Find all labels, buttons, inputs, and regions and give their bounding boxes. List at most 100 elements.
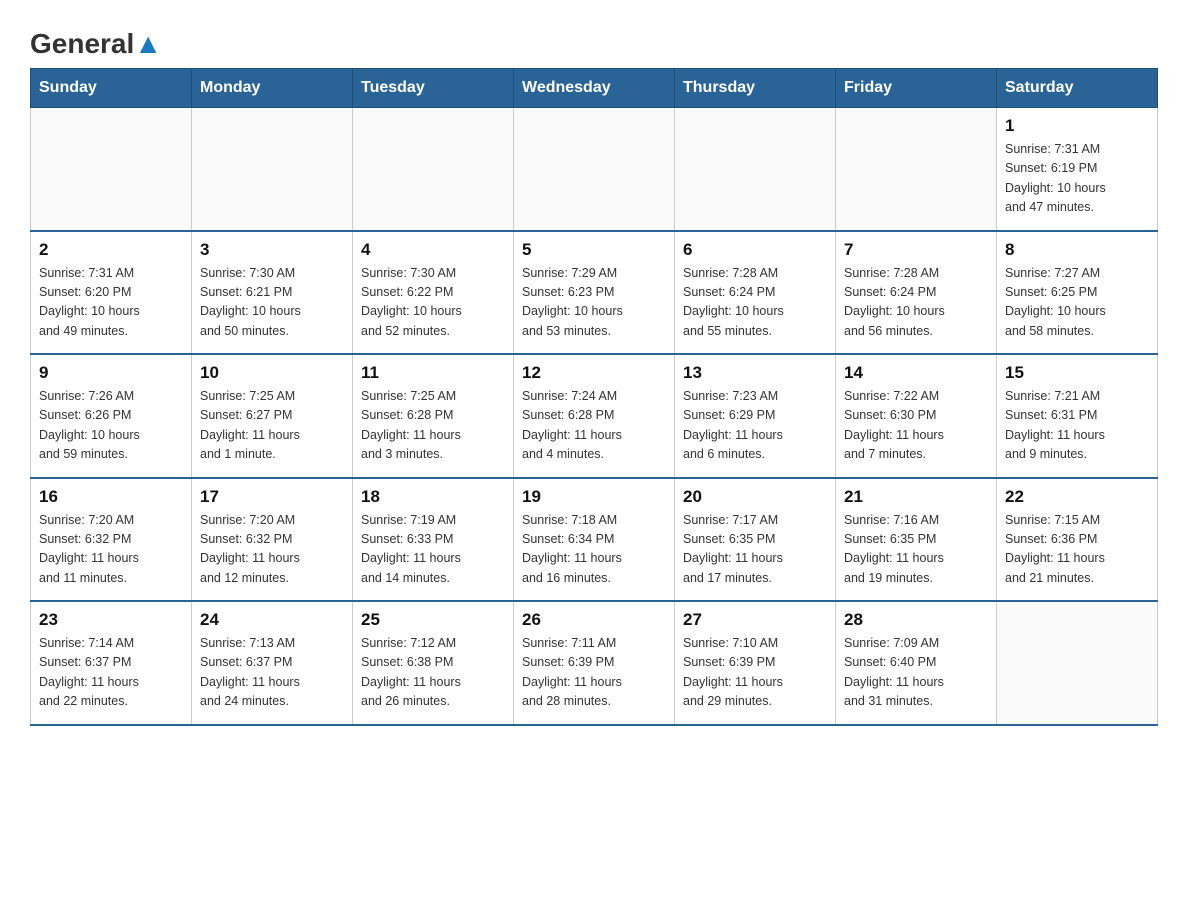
day-info: Sunrise: 7:30 AM Sunset: 6:22 PM Dayligh… [361,264,505,342]
calendar-cell: 11 Sunrise: 7:25 AM Sunset: 6:28 PM Dayli… [353,354,514,478]
day-info: Sunrise: 7:25 AM Sunset: 6:27 PM Dayligh… [200,387,344,465]
page-header: General▲ [30,20,1158,58]
weekday-header-tuesday: Tuesday [353,69,514,108]
day-info: Sunrise: 7:20 AM Sunset: 6:32 PM Dayligh… [39,511,183,589]
day-number: 19 [522,487,666,507]
calendar-cell: 12 Sunrise: 7:24 AM Sunset: 6:28 PM Dayli… [514,354,675,478]
day-info: Sunrise: 7:17 AM Sunset: 6:35 PM Dayligh… [683,511,827,589]
day-number: 12 [522,363,666,383]
day-info: Sunrise: 7:09 AM Sunset: 6:40 PM Dayligh… [844,634,988,712]
day-info: Sunrise: 7:31 AM Sunset: 6:20 PM Dayligh… [39,264,183,342]
calendar-table: SundayMondayTuesdayWednesdayThursdayFrid… [30,68,1158,726]
calendar-cell: 3 Sunrise: 7:30 AM Sunset: 6:21 PM Daylig… [192,231,353,355]
calendar-cell: 19Sunrise: 7:18 AM Sunset: 6:34 PM Dayli… [514,478,675,602]
day-info: Sunrise: 7:20 AM Sunset: 6:32 PM Dayligh… [200,511,344,589]
day-number: 7 [844,240,988,260]
calendar-cell: 15 Sunrise: 7:21 AM Sunset: 6:31 PM Dayli… [997,354,1158,478]
day-info: Sunrise: 7:21 AM Sunset: 6:31 PM Dayligh… [1005,387,1149,465]
calendar-cell [31,108,192,231]
calendar-cell: 2 Sunrise: 7:31 AM Sunset: 6:20 PM Daylig… [31,231,192,355]
calendar-cell: 27 Sunrise: 7:10 AM Sunset: 6:39 PM Dayli… [675,601,836,725]
day-number: 15 [1005,363,1149,383]
calendar-cell: 23 Sunrise: 7:14 AM Sunset: 6:37 PM Dayli… [31,601,192,725]
calendar-cell: 14 Sunrise: 7:22 AM Sunset: 6:30 PM Dayli… [836,354,997,478]
calendar-cell [514,108,675,231]
calendar-cell: 22 Sunrise: 7:15 AM Sunset: 6:36 PM Dayli… [997,478,1158,602]
day-info: Sunrise: 7:10 AM Sunset: 6:39 PM Dayligh… [683,634,827,712]
day-number: 22 [1005,487,1149,507]
calendar-cell [675,108,836,231]
day-number: 14 [844,363,988,383]
calendar-cell: 24 Sunrise: 7:13 AM Sunset: 6:37 PM Dayli… [192,601,353,725]
day-info: Sunrise: 7:14 AM Sunset: 6:37 PM Dayligh… [39,634,183,712]
day-info: Sunrise: 7:11 AM Sunset: 6:39 PM Dayligh… [522,634,666,712]
day-number: 26 [522,610,666,630]
day-number: 9 [39,363,183,383]
weekday-header-wednesday: Wednesday [514,69,675,108]
calendar-cell: 26 Sunrise: 7:11 AM Sunset: 6:39 PM Dayli… [514,601,675,725]
calendar-cell: 25 Sunrise: 7:12 AM Sunset: 6:38 PM Dayli… [353,601,514,725]
weekday-header-monday: Monday [192,69,353,108]
calendar-week-3: 9 Sunrise: 7:26 AM Sunset: 6:26 PM Daylig… [31,354,1158,478]
day-number: 11 [361,363,505,383]
day-number: 20 [683,487,827,507]
day-number: 28 [844,610,988,630]
calendar-cell [192,108,353,231]
calendar-cell [997,601,1158,725]
weekday-header-friday: Friday [836,69,997,108]
calendar-cell [836,108,997,231]
day-info: Sunrise: 7:28 AM Sunset: 6:24 PM Dayligh… [683,264,827,342]
weekday-header-row: SundayMondayTuesdayWednesdayThursdayFrid… [31,69,1158,108]
calendar-cell: 10 Sunrise: 7:25 AM Sunset: 6:27 PM Dayli… [192,354,353,478]
day-info: Sunrise: 7:28 AM Sunset: 6:24 PM Dayligh… [844,264,988,342]
calendar-week-1: 1Sunrise: 7:31 AM Sunset: 6:19 PM Daylig… [31,108,1158,231]
calendar-cell: 4Sunrise: 7:30 AM Sunset: 6:22 PM Daylig… [353,231,514,355]
day-info: Sunrise: 7:23 AM Sunset: 6:29 PM Dayligh… [683,387,827,465]
day-number: 23 [39,610,183,630]
calendar-week-5: 23 Sunrise: 7:14 AM Sunset: 6:37 PM Dayli… [31,601,1158,725]
day-info: Sunrise: 7:31 AM Sunset: 6:19 PM Dayligh… [1005,140,1149,218]
calendar-week-4: 16 Sunrise: 7:20 AM Sunset: 6:32 PM Dayli… [31,478,1158,602]
weekday-header-thursday: Thursday [675,69,836,108]
calendar-cell: 17Sunrise: 7:20 AM Sunset: 6:32 PM Dayli… [192,478,353,602]
logo: General▲ [30,30,162,58]
day-number: 2 [39,240,183,260]
calendar-cell: 5 Sunrise: 7:29 AM Sunset: 6:23 PM Daylig… [514,231,675,355]
calendar-cell: 1Sunrise: 7:31 AM Sunset: 6:19 PM Daylig… [997,108,1158,231]
calendar-cell: 21 Sunrise: 7:16 AM Sunset: 6:35 PM Dayli… [836,478,997,602]
weekday-header-sunday: Sunday [31,69,192,108]
calendar-cell: 16 Sunrise: 7:20 AM Sunset: 6:32 PM Dayli… [31,478,192,602]
day-info: Sunrise: 7:25 AM Sunset: 6:28 PM Dayligh… [361,387,505,465]
calendar-cell: 9 Sunrise: 7:26 AM Sunset: 6:26 PM Daylig… [31,354,192,478]
day-info: Sunrise: 7:15 AM Sunset: 6:36 PM Dayligh… [1005,511,1149,589]
calendar-cell: 7 Sunrise: 7:28 AM Sunset: 6:24 PM Daylig… [836,231,997,355]
day-info: Sunrise: 7:13 AM Sunset: 6:37 PM Dayligh… [200,634,344,712]
day-number: 21 [844,487,988,507]
calendar-cell: 28 Sunrise: 7:09 AM Sunset: 6:40 PM Dayli… [836,601,997,725]
day-info: Sunrise: 7:26 AM Sunset: 6:26 PM Dayligh… [39,387,183,465]
day-info: Sunrise: 7:22 AM Sunset: 6:30 PM Dayligh… [844,387,988,465]
day-number: 27 [683,610,827,630]
logo-triangle-icon: ▲ [134,28,162,59]
day-number: 10 [200,363,344,383]
day-info: Sunrise: 7:12 AM Sunset: 6:38 PM Dayligh… [361,634,505,712]
day-info: Sunrise: 7:19 AM Sunset: 6:33 PM Dayligh… [361,511,505,589]
day-number: 25 [361,610,505,630]
day-number: 24 [200,610,344,630]
calendar-cell: 18Sunrise: 7:19 AM Sunset: 6:33 PM Dayli… [353,478,514,602]
day-info: Sunrise: 7:16 AM Sunset: 6:35 PM Dayligh… [844,511,988,589]
calendar-cell: 6 Sunrise: 7:28 AM Sunset: 6:24 PM Daylig… [675,231,836,355]
calendar-cell: 20 Sunrise: 7:17 AM Sunset: 6:35 PM Dayli… [675,478,836,602]
day-number: 3 [200,240,344,260]
day-number: 13 [683,363,827,383]
day-number: 16 [39,487,183,507]
day-info: Sunrise: 7:27 AM Sunset: 6:25 PM Dayligh… [1005,264,1149,342]
day-number: 5 [522,240,666,260]
day-info: Sunrise: 7:24 AM Sunset: 6:28 PM Dayligh… [522,387,666,465]
calendar-cell: 13 Sunrise: 7:23 AM Sunset: 6:29 PM Dayli… [675,354,836,478]
day-info: Sunrise: 7:30 AM Sunset: 6:21 PM Dayligh… [200,264,344,342]
calendar-cell [353,108,514,231]
day-number: 6 [683,240,827,260]
calendar-cell: 8Sunrise: 7:27 AM Sunset: 6:25 PM Daylig… [997,231,1158,355]
day-info: Sunrise: 7:29 AM Sunset: 6:23 PM Dayligh… [522,264,666,342]
